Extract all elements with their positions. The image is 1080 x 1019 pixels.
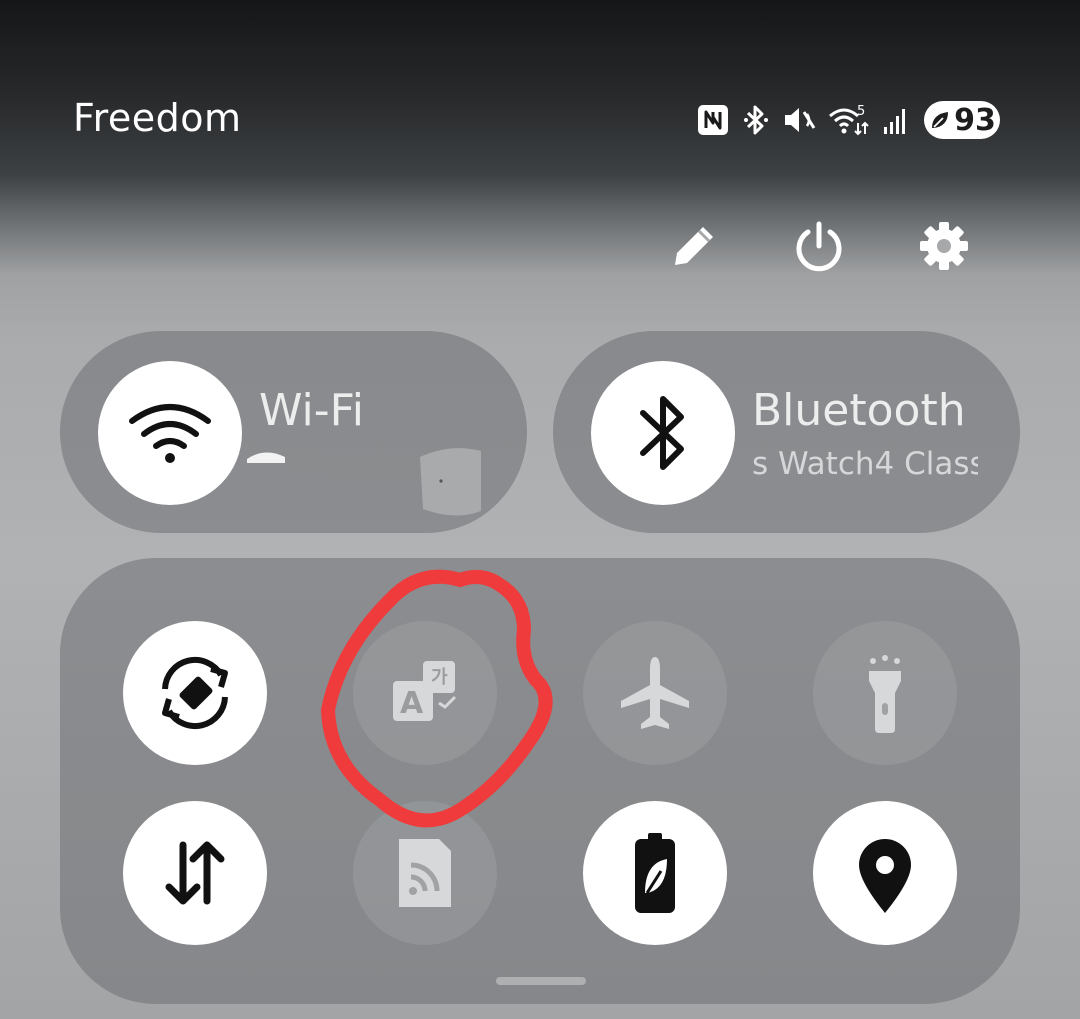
power-saving-icon [635, 833, 675, 913]
carrier-name: Freedom [73, 96, 242, 140]
power-button[interactable] [791, 218, 847, 274]
battery-saver-icon [932, 112, 949, 128]
bluetooth-title: Bluetooth [752, 385, 966, 436]
settings-button[interactable] [916, 218, 972, 274]
bluetooth-toggle-button[interactable] [591, 361, 735, 505]
signal-icon [882, 103, 910, 137]
cast-tile[interactable] [353, 801, 497, 945]
mobile-data-icon [165, 841, 225, 905]
translate-tile[interactable]: 가 A [353, 621, 497, 765]
mobile-data-tile[interactable] [123, 801, 267, 945]
location-icon [859, 839, 911, 913]
battery-level: 93 [954, 102, 996, 138]
flashlight-tile[interactable] [813, 621, 957, 765]
bluetooth-icon [640, 396, 684, 470]
auto-rotate-tile[interactable] [123, 621, 267, 765]
nfc-icon [696, 103, 730, 137]
wifi-network-redacted [247, 448, 481, 516]
svg-text:가: 가 [431, 667, 448, 688]
gear-icon [920, 222, 968, 270]
edit-button[interactable] [666, 218, 722, 274]
location-tile[interactable] [813, 801, 957, 945]
wifi-toggle-button[interactable] [98, 361, 242, 505]
airplane-icon [621, 657, 689, 729]
airplane-mode-tile[interactable] [583, 621, 727, 765]
bluetooth-device-name: s Watch4 Class [752, 446, 978, 482]
wifi-toggle[interactable]: Wi-Fi [60, 331, 527, 533]
status-icons: 5 93 [696, 98, 1000, 142]
bluetooth-toggle[interactable]: Bluetooth s Watch4 Class [553, 331, 1020, 533]
svg-text:5: 5 [857, 104, 865, 119]
wifi-5-icon: 5 [828, 103, 870, 137]
auto-rotate-icon [162, 656, 228, 730]
flashlight-icon [869, 655, 901, 733]
power-icon [796, 221, 842, 272]
quick-settings-panel: 가 A [60, 558, 1020, 1004]
battery-indicator: 93 [924, 101, 1000, 139]
svg-text:A: A [400, 686, 424, 721]
pencil-icon [675, 227, 713, 265]
wifi-title: Wi-Fi [259, 385, 364, 436]
wifi-icon [129, 404, 211, 463]
cast-icon [399, 839, 451, 907]
mute-icon [782, 103, 816, 137]
panel-expand-handle[interactable] [496, 977, 586, 985]
bluetooth-icon [742, 103, 770, 137]
power-saving-tile[interactable] [583, 801, 727, 945]
translate-icon: 가 A [393, 661, 457, 721]
